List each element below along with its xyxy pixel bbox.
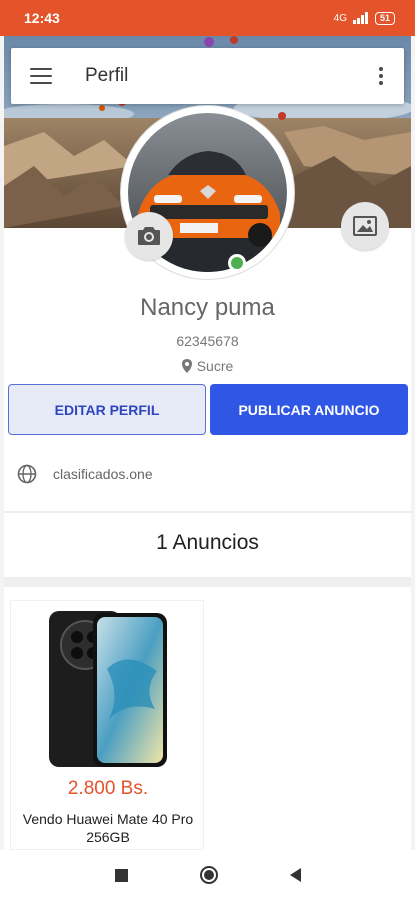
status-bar: 12:43 4G 51 (0, 0, 415, 36)
menu-icon[interactable] (30, 68, 52, 84)
profile-phone: 62345678 (176, 333, 239, 349)
page-title: Perfil (85, 65, 129, 86)
status-icons: 4G 51 (333, 11, 395, 25)
recent-apps-button[interactable] (114, 868, 128, 882)
network-label: 4G (333, 12, 347, 24)
product-image (49, 611, 167, 767)
signal-icon (352, 12, 368, 24)
profile-name: Nancy puma (140, 294, 275, 321)
top-app-bar: Perfil (11, 48, 404, 104)
divider (4, 511, 411, 513)
publish-ad-button[interactable]: PUBLICAR ANUNCIO (210, 384, 408, 435)
globe-icon (17, 464, 37, 484)
battery-icon: 51 (374, 11, 395, 25)
image-icon (353, 216, 377, 236)
ad-card[interactable]: 2.800 Bs. Vendo Huawei Mate 40 Pro 256GB (10, 600, 204, 850)
website-label: clasificados.one (53, 466, 153, 482)
system-nav-bar (0, 850, 415, 900)
section-divider (4, 577, 411, 587)
location-pin-icon (181, 359, 192, 373)
online-status-dot (228, 254, 246, 272)
ad-price: 2.800 Bs. (67, 778, 149, 799)
ads-count-heading: 1 Anuncios (156, 531, 259, 554)
website-link[interactable]: clasificados.one (17, 464, 153, 484)
ad-title: Vendo Huawei Mate 40 Pro 256GB (22, 811, 194, 845)
location-label: Sucre (196, 358, 234, 374)
profile-location: Sucre (0, 358, 415, 374)
change-avatar-button[interactable] (125, 212, 173, 260)
camera-icon (138, 227, 160, 245)
change-cover-button[interactable] (341, 202, 389, 250)
back-button[interactable] (289, 868, 301, 882)
edit-profile-button[interactable]: EDITAR PERFIL (8, 384, 206, 435)
more-vert-icon[interactable] (378, 67, 384, 85)
status-time: 12:43 (24, 10, 60, 26)
home-button[interactable] (199, 866, 218, 884)
